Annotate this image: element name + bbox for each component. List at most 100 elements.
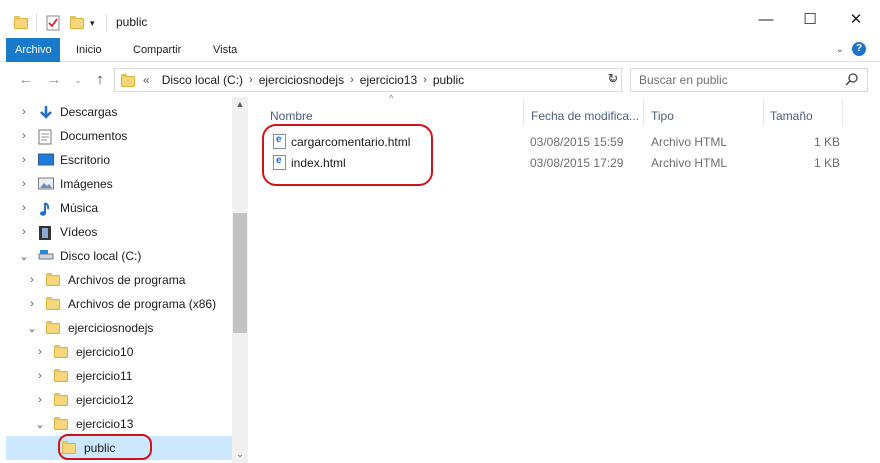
sidebar-item-ejercicio12[interactable]: › ejercicio12 — [34, 388, 133, 412]
sidebar-item-label: Archivos de programa — [68, 273, 186, 287]
chevron-right-icon[interactable]: › — [34, 370, 46, 382]
title-bar: ▾ public — ☐ ✕ — [0, 0, 880, 42]
chevron-down-icon[interactable]: ⌄ — [34, 418, 46, 431]
column-header-tamano[interactable]: Tamaño — [770, 105, 813, 127]
chevron-down-icon[interactable]: ⌄ — [18, 250, 30, 263]
download-arrow-icon — [38, 105, 54, 119]
column-header-nombre[interactable]: Nombre — [270, 105, 313, 127]
chevron-right-icon[interactable]: › — [423, 74, 427, 86]
properties-icon[interactable] — [46, 14, 60, 32]
sidebar-item-escritorio[interactable]: › Escritorio — [18, 148, 110, 172]
collapse-ribbon-icon[interactable]: ⌄ — [836, 44, 844, 55]
folder-icon — [46, 273, 62, 287]
sidebar-item-descargas[interactable]: › Descargas — [18, 100, 117, 124]
tab-vista[interactable]: Vista — [204, 38, 246, 62]
search-input[interactable]: Buscar en public — [630, 68, 868, 92]
chevron-right-icon[interactable]: › — [18, 130, 30, 142]
column-divider[interactable] — [842, 100, 843, 126]
chevron-right-icon[interactable]: › — [18, 106, 30, 118]
chevron-right-icon[interactable]: › — [34, 346, 46, 358]
search-icon[interactable] — [845, 72, 859, 86]
document-icon — [38, 129, 54, 145]
sidebar-item-ejercicio13[interactable]: ⌄ ejercicio13 — [34, 412, 133, 436]
sidebar-item-public[interactable]: public — [6, 436, 232, 460]
scroll-down-icon[interactable]: ⌄ — [232, 449, 248, 460]
chevron-right-icon[interactable]: › — [26, 274, 38, 286]
customize-qa-dropdown-icon[interactable]: ▾ — [90, 14, 95, 32]
file-date: 03/08/2015 17:29 — [530, 155, 624, 170]
table-row[interactable]: index.html 03/08/2015 17:29 Archivo HTML… — [270, 152, 870, 173]
column-divider[interactable] — [643, 100, 644, 126]
folder-icon — [62, 441, 78, 455]
chevron-right-icon[interactable]: › — [26, 298, 38, 310]
minimize-button[interactable]: — — [756, 10, 776, 30]
sidebar-item-label: ejercicio13 — [76, 417, 134, 431]
sidebar-item-ejercicio10[interactable]: › ejercicio10 — [34, 340, 133, 364]
html-file-icon — [273, 134, 286, 149]
folder-icon[interactable] — [14, 14, 28, 32]
sidebar-item-documentos[interactable]: › Documentos — [18, 124, 127, 148]
chevron-right-icon[interactable]: › — [18, 202, 30, 214]
chevron-down-icon[interactable]: ⌄ — [26, 322, 38, 335]
chevron-right-icon[interactable]: › — [350, 74, 354, 86]
tab-compartir[interactable]: Compartir — [124, 38, 190, 62]
desktop-icon — [38, 153, 54, 167]
chevron-right-icon[interactable]: › — [249, 74, 253, 86]
sidebar-item-label: ejercicio12 — [76, 393, 134, 407]
tab-inicio[interactable]: Inicio — [67, 38, 111, 62]
scroll-thumb[interactable] — [233, 213, 247, 333]
recent-locations-dropdown[interactable]: ⌄ — [68, 70, 88, 90]
tab-archivo[interactable]: Archivo — [6, 38, 60, 62]
breadcrumb-public[interactable]: public — [433, 73, 464, 87]
file-name[interactable]: index.html — [291, 156, 346, 170]
sidebar-item-imagenes[interactable]: › Imágenes — [18, 172, 113, 196]
sidebar-item-musica[interactable]: › Música — [18, 196, 98, 220]
nav-scrollbar[interactable]: ▲ ⌄ — [232, 97, 248, 463]
file-size: 1 KB — [814, 155, 841, 170]
breadcrumb-ejerciciosnodejs[interactable]: ejerciciosnodejs — [259, 73, 344, 87]
sidebar-item-archivos-de-programa[interactable]: › Archivos de programa — [26, 268, 185, 292]
sidebar-item-label: Descargas — [60, 105, 118, 119]
forward-button[interactable]: → — [44, 70, 64, 90]
help-icon[interactable]: ? — [852, 42, 866, 56]
breadcrumb-disco-local[interactable]: Disco local (C:) — [162, 73, 243, 87]
drive-icon — [38, 249, 54, 263]
breadcrumb-ejercicio13[interactable]: ejercicio13 — [360, 73, 417, 87]
folder-icon — [121, 73, 135, 87]
column-divider[interactable] — [523, 100, 524, 126]
table-row[interactable]: cargarcomentario.html 03/08/2015 15:59 A… — [270, 131, 870, 152]
chevron-right-icon[interactable]: › — [18, 226, 30, 238]
file-size: 1 KB — [814, 134, 841, 149]
address-bar[interactable]: « Disco local (C:) › ejerciciosnodejs › … — [114, 68, 622, 92]
new-folder-icon[interactable] — [70, 14, 84, 32]
sidebar-item-videos[interactable]: › Vídeos — [18, 220, 97, 244]
chevron-right-icon[interactable]: › — [18, 178, 30, 190]
refresh-button[interactable]: ↻ — [603, 68, 623, 90]
sidebar-item-label: ejerciciosnodejs — [68, 321, 154, 335]
chevron-right-icon[interactable]: › — [18, 154, 30, 166]
column-header-tipo[interactable]: Tipo — [651, 105, 674, 127]
sidebar-item-label: Escritorio — [60, 153, 111, 167]
search-placeholder: Buscar en public — [639, 73, 728, 87]
folder-icon — [54, 345, 70, 359]
navigation-bar: ← → ⌄ ↑ « Disco local (C:) › ejerciciosn… — [0, 66, 880, 96]
scroll-up-icon[interactable]: ▲ — [232, 99, 248, 109]
column-header-fecha[interactable]: Fecha de modifica... — [531, 105, 639, 127]
sidebar-item-label: Imágenes — [60, 177, 113, 191]
sidebar-item-archivos-de-programa-x86[interactable]: › Archivos de programa (x86) — [26, 292, 216, 316]
sidebar-item-ejercicio11[interactable]: › ejercicio11 — [34, 364, 132, 388]
sidebar-item-disco-local[interactable]: ⌄ Disco local (C:) — [18, 244, 141, 268]
chevron-right-icon[interactable]: › — [34, 394, 46, 406]
sidebar-item-ejerciciosnodejs[interactable]: ⌄ ejerciciosnodejs — [26, 316, 153, 340]
sidebar-item-label: Archivos de programa (x86) — [68, 297, 217, 311]
maximize-button[interactable]: ☐ — [800, 10, 820, 30]
close-button[interactable]: ✕ — [846, 10, 866, 30]
sidebar-item-label: Documentos — [60, 129, 128, 143]
folder-icon — [54, 393, 70, 407]
column-divider[interactable] — [763, 100, 764, 126]
sidebar-item-label: Disco local (C:) — [60, 249, 142, 263]
overflow-chevron[interactable]: « — [143, 73, 150, 87]
back-button[interactable]: ← — [16, 70, 36, 90]
up-button[interactable]: ↑ — [90, 70, 110, 90]
file-name[interactable]: cargarcomentario.html — [291, 135, 410, 149]
